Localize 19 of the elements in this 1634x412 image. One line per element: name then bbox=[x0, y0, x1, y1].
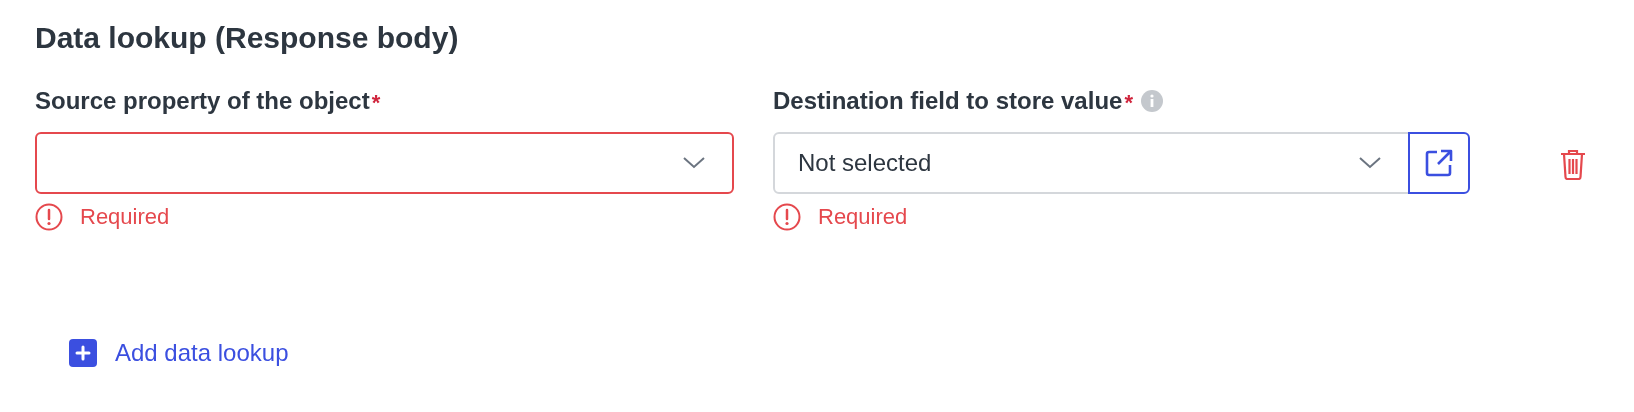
field-label: Source property of the object bbox=[35, 86, 370, 116]
chevron-down-icon bbox=[1358, 156, 1382, 170]
error-icon bbox=[35, 202, 63, 231]
section-title: Data lookup (Response body) bbox=[35, 20, 459, 56]
error-message: Required bbox=[80, 203, 170, 231]
open-link-button[interactable] bbox=[1408, 132, 1470, 194]
required-mark: * bbox=[371, 89, 381, 117]
add-lookup-button[interactable]: Add data lookup bbox=[69, 335, 289, 371]
chevron-down-icon bbox=[682, 156, 706, 170]
field-label: Destination field to store value bbox=[773, 86, 1123, 116]
dropdown-field[interactable] bbox=[35, 132, 734, 194]
trash-icon[interactable] bbox=[1559, 148, 1587, 180]
plus-icon bbox=[69, 339, 97, 367]
error-icon bbox=[773, 202, 801, 231]
dropdown-field[interactable]: Not selected bbox=[773, 132, 1410, 194]
error-message: Required bbox=[818, 203, 908, 231]
dropdown-value: Not selected bbox=[798, 148, 932, 178]
external-link-icon bbox=[1424, 148, 1454, 178]
required-mark: * bbox=[1124, 89, 1133, 117]
